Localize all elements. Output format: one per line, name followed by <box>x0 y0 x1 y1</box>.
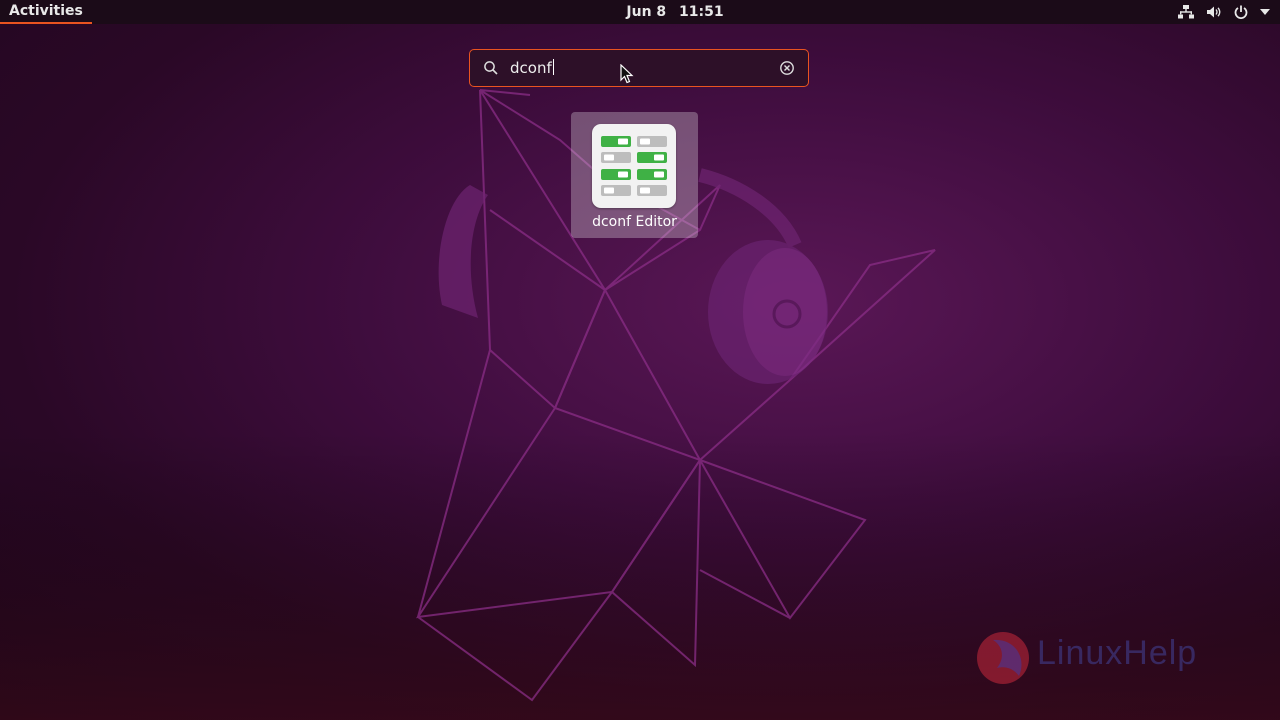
linuxhelp-logo-icon <box>977 632 1029 684</box>
mouse-pointer-icon <box>620 64 634 84</box>
watermark-text: LinuxHelp <box>1037 634 1198 672</box>
network-icon <box>1178 5 1194 19</box>
clock[interactable]: Jun 8 11:51 <box>600 0 750 24</box>
search-result-dconf-editor[interactable]: dconf Editor <box>571 112 698 238</box>
text-caret <box>552 59 554 75</box>
app-label: dconf Editor <box>592 214 677 230</box>
clock-date: Jun 8 <box>626 4 667 20</box>
dconf-editor-icon <box>592 124 676 208</box>
watermark-logo: LinuxHelp <box>975 628 1235 688</box>
search-icon <box>483 60 499 80</box>
activities-button[interactable]: Activities <box>0 0 92 24</box>
volume-icon <box>1206 5 1222 19</box>
clock-time: 11:51 <box>679 4 724 20</box>
chevron-down-icon <box>1260 9 1270 15</box>
system-tray[interactable] <box>1178 0 1270 24</box>
clear-icon[interactable] <box>779 60 795 80</box>
search-input-text: dconf <box>510 59 552 77</box>
desktop-wallpaper <box>0 0 1280 720</box>
top-bar: Activities Jun 8 11:51 <box>0 0 1280 24</box>
power-icon <box>1234 5 1248 19</box>
search-field[interactable]: dconf <box>469 49 809 87</box>
search-input[interactable]: dconf <box>510 59 554 77</box>
